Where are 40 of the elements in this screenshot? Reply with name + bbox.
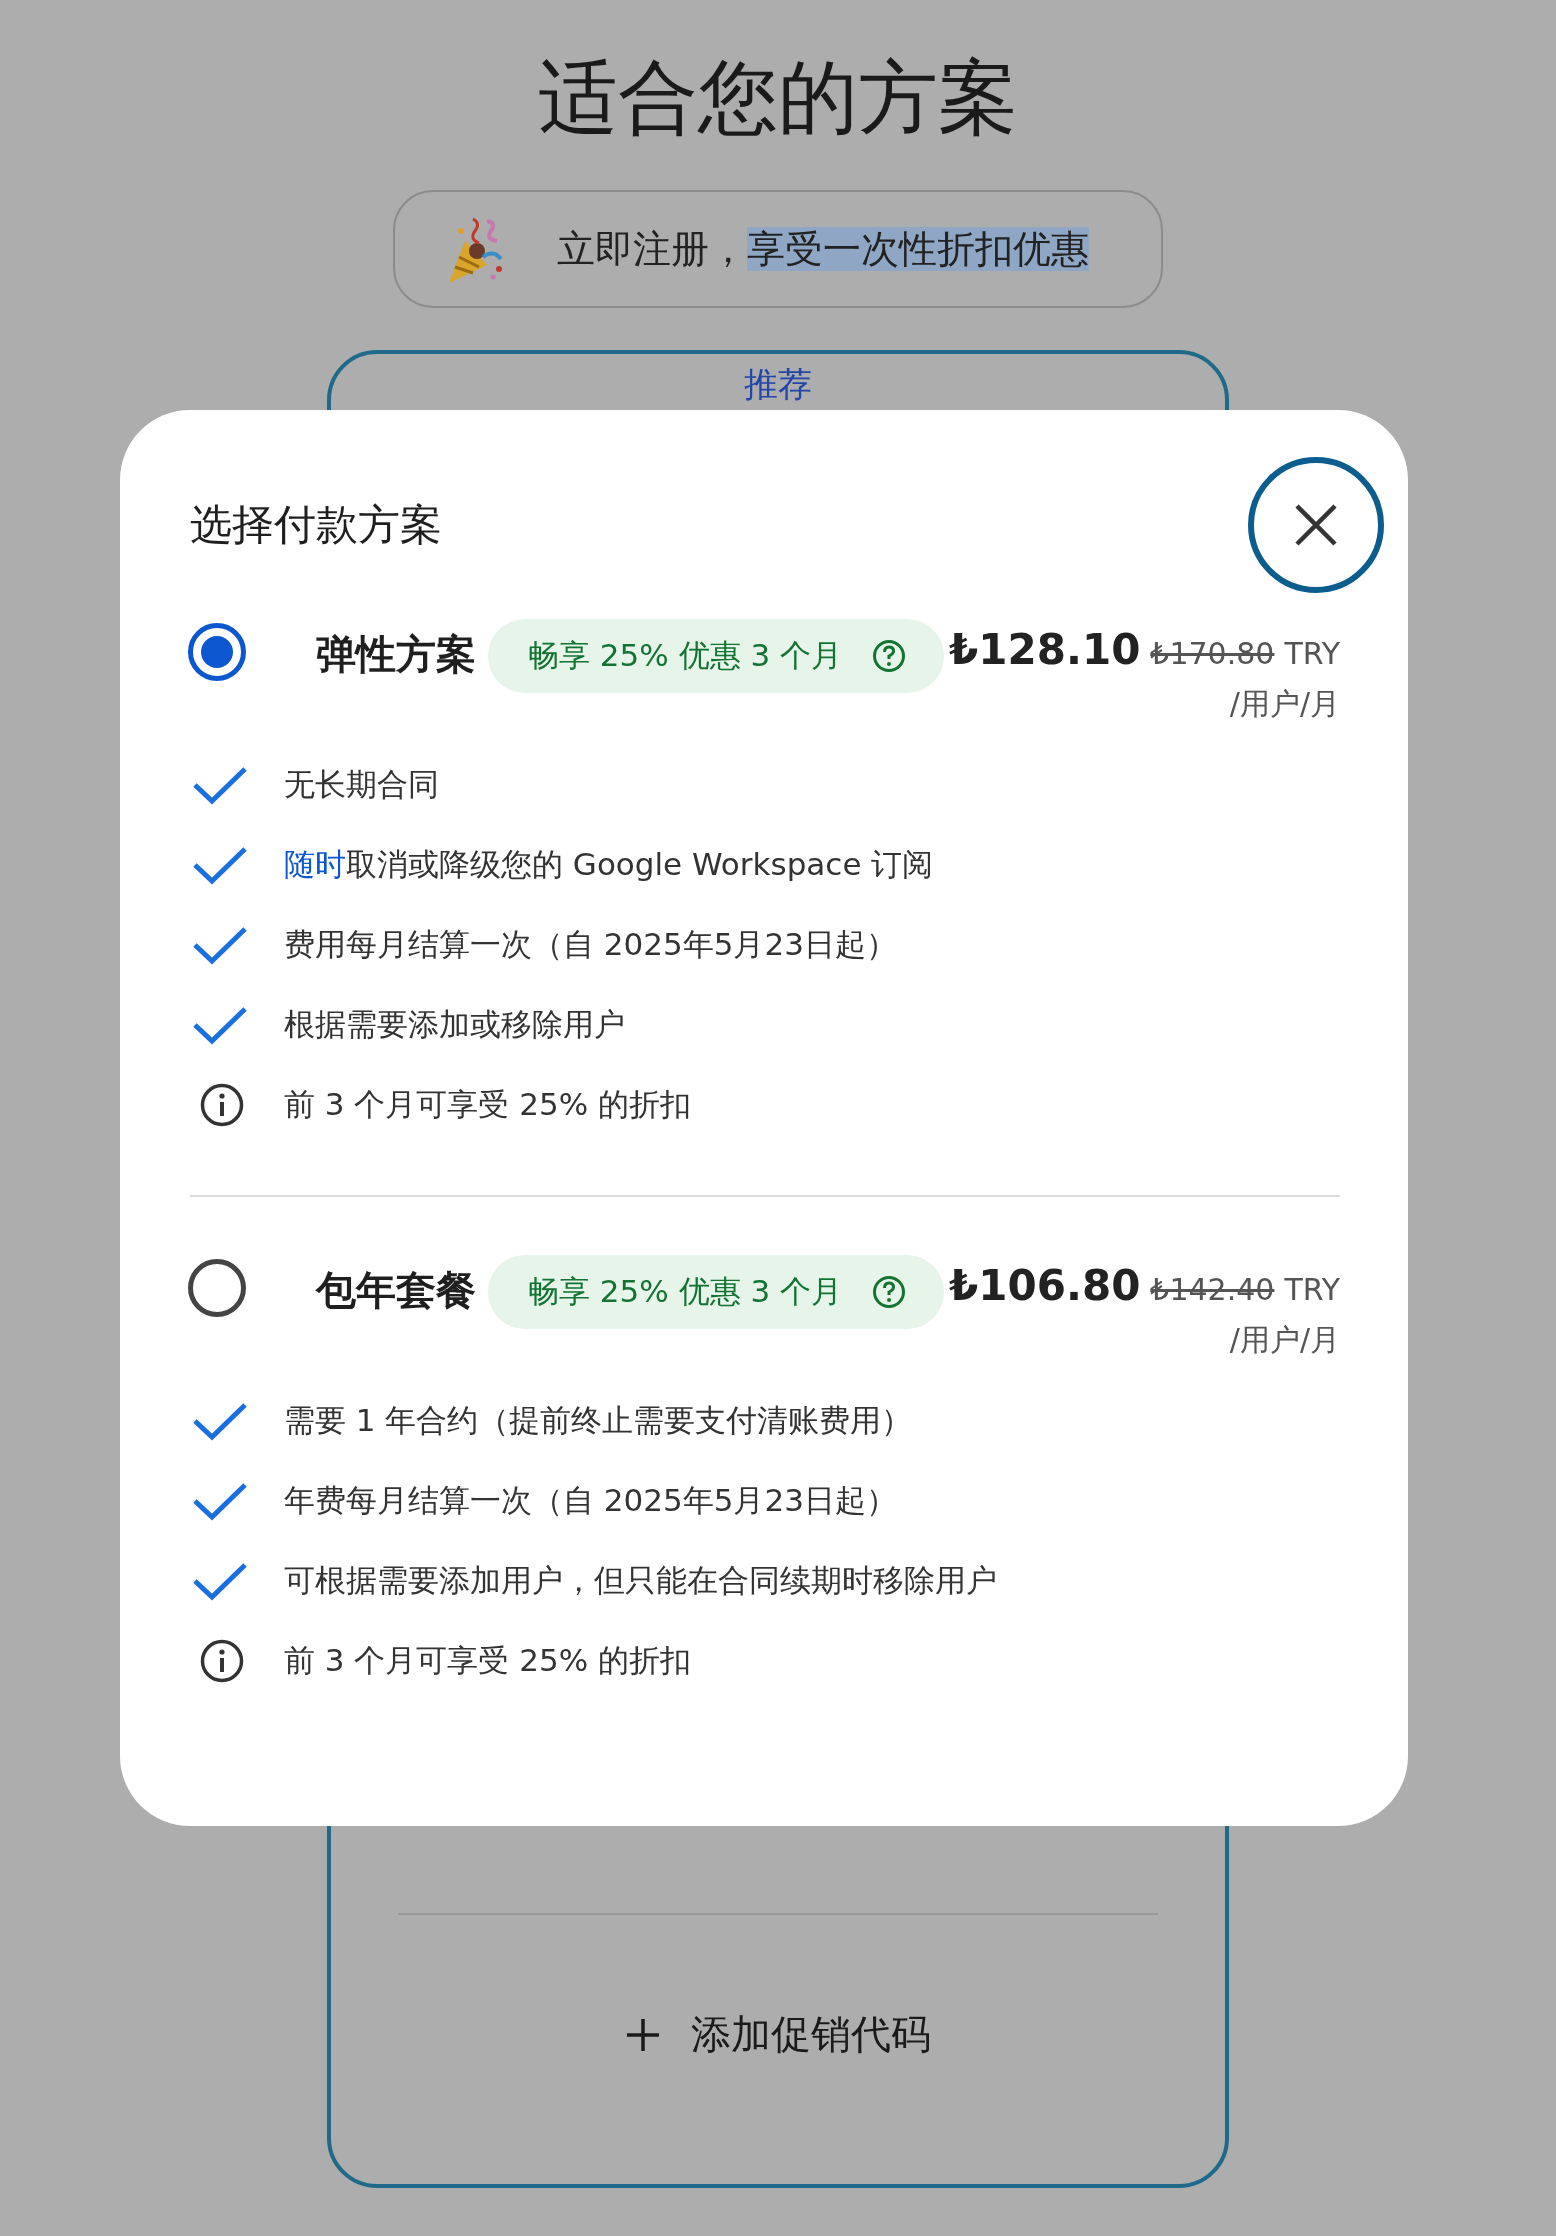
check-icon: [192, 845, 248, 885]
help-icon[interactable]: [872, 1275, 907, 1309]
help-icon[interactable]: [872, 639, 907, 673]
feature-text: 根据需要添加或移除用户: [284, 1005, 625, 1044]
anytime-link[interactable]: 随时: [284, 846, 346, 882]
banner-text: 立即注册，享受一次性折扣优惠: [557, 225, 1089, 273]
feature-text: 前 3 个月可享受 25% 的折扣: [284, 1085, 692, 1124]
plan-name: 包年套餐: [316, 1266, 476, 1315]
price: ₺106.80: [949, 1261, 1141, 1310]
plan-name: 弹性方案: [316, 630, 476, 679]
check-icon: [192, 1561, 248, 1601]
feature-text: 前 3 个月可享受 25% 的折扣: [284, 1641, 692, 1680]
currency: TRY: [1284, 1272, 1340, 1307]
feature-text: 年费每月结算一次（自 2025年5月23日起）: [284, 1481, 897, 1520]
feature-text: 需要 1 年合约（提前终止需要支付清账费用）: [284, 1401, 913, 1440]
badge-text: 畅享 25% 优惠 3 个月: [528, 636, 843, 675]
dialog-title: 选择付款方案: [190, 499, 442, 551]
check-icon: [192, 925, 248, 965]
check-icon: [192, 1005, 248, 1045]
page-title: 适合您的方案: [538, 58, 1018, 138]
check-icon: [192, 765, 248, 805]
original-price: ₺142.40: [1150, 1272, 1275, 1307]
check-icon: [192, 1401, 248, 1441]
price-unit: /用户/月: [1229, 685, 1340, 723]
feature-text: 随时取消或降级您的 Google Workspace 订阅: [284, 845, 934, 884]
plus-icon: [625, 2016, 661, 2053]
feature-text: 费用每月结算一次（自 2025年5月23日起）: [284, 925, 897, 964]
feature-text: 可根据需要添加用户，但只能在合同续期时移除用户: [284, 1561, 997, 1600]
feature-text: 无长期合同: [284, 765, 439, 804]
check-icon: [192, 1481, 248, 1521]
radio-button[interactable]: [188, 623, 246, 681]
add-promo-code-button[interactable]: 添加促销代码: [605, 1997, 951, 2072]
badge-text: 畅享 25% 优惠 3 个月: [528, 1272, 843, 1311]
recommended-label: 推荐: [744, 363, 812, 406]
close-icon: [1294, 503, 1338, 547]
original-price: ₺170.80: [1150, 636, 1275, 671]
price: ₺128.10: [949, 625, 1141, 674]
radio-button[interactable]: [188, 1259, 246, 1317]
price-unit: /用户/月: [1229, 1321, 1340, 1359]
currency: TRY: [1284, 636, 1340, 671]
